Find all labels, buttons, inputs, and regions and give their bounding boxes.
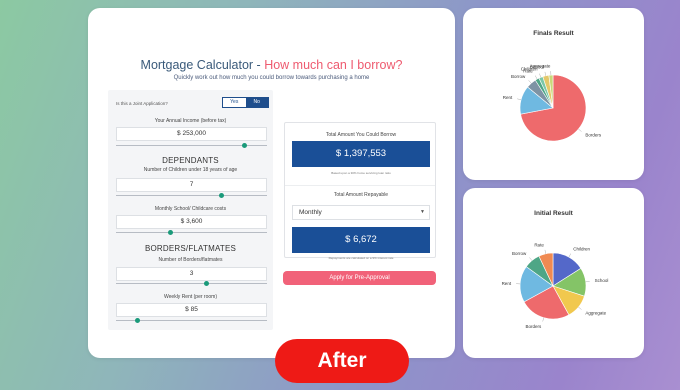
pie-label-rent: Rent <box>502 281 512 286</box>
joint-application-label: Is this a Joint Application? <box>116 101 168 106</box>
results-divider <box>285 185 435 186</box>
pie-label-children: Children <box>573 247 590 252</box>
children-slider[interactable] <box>116 193 267 198</box>
pie-leader-line <box>528 80 532 84</box>
repay-value: $ 6,672 <box>292 227 430 253</box>
rent-slider-handle[interactable] <box>134 318 140 323</box>
borrow-value: $ 1,397,553 <box>292 141 430 167</box>
results-panel: Total Amount You Could Borrow $ 1,397,55… <box>284 122 436 260</box>
pie-leader-line <box>542 317 544 322</box>
page-title: Mortgage Calculator - How much can I bor… <box>88 58 455 72</box>
borders-input[interactable]: 3 <box>116 267 267 281</box>
pie-label-borrow: Borrow <box>511 74 526 79</box>
rent-input[interactable]: $ 85 <box>116 303 267 317</box>
pie-leader-line <box>578 306 582 310</box>
pie-leader-line <box>539 73 542 78</box>
borders-slider[interactable] <box>116 281 267 286</box>
children-input[interactable]: 7 <box>116 178 267 192</box>
pie-leader-line <box>578 128 582 132</box>
borders-label: Number of Borders/flatmates <box>158 257 223 263</box>
input-panel: Is this a Joint Application? Yes No Your… <box>108 90 273 330</box>
pie-label-borrow: Borrow <box>512 251 527 256</box>
rent-slider[interactable] <box>116 318 267 323</box>
repay-label: Total Amount Repayable <box>333 192 389 198</box>
chevron-down-icon: ▼ <box>420 209 425 215</box>
income-slider[interactable] <box>116 143 267 148</box>
children-slider-handle[interactable] <box>219 193 225 198</box>
income-slider-handle[interactable] <box>241 143 247 148</box>
borrow-label: Total Amount You Could Borrow <box>325 132 397 138</box>
title-main: Mortgage Calculator - <box>140 58 265 72</box>
income-input[interactable]: $ 253,000 <box>116 127 267 141</box>
childcare-slider-handle[interactable] <box>167 230 173 235</box>
pie-leader-line <box>534 75 538 80</box>
after-badge: After <box>275 339 409 383</box>
apply-button[interactable]: Apply for Pre-Approval <box>283 271 436 285</box>
finals-pie-chart: BordersRentBorrowRateChildrenSchoolAggre… <box>503 64 602 142</box>
joint-application-toggle[interactable]: Yes No <box>222 97 269 108</box>
repay-note: Repayments are calculated on a 9% intere… <box>328 256 394 260</box>
no-option[interactable]: No <box>245 98 268 107</box>
pie-leader-line <box>529 257 533 261</box>
pie-leader-line <box>544 249 546 254</box>
frequency-select[interactable]: Monthly ▼ <box>292 205 430 220</box>
childcare-slider[interactable] <box>116 230 267 235</box>
pie-label-rate: Rate <box>534 243 544 248</box>
pie-leader-line <box>517 98 522 100</box>
pie-label-borders: Borders <box>526 324 543 329</box>
dependants-heading: DEPENDANTS <box>162 156 219 165</box>
yes-option[interactable]: Yes <box>223 98 246 107</box>
children-label: Number of Children under 18 years of age <box>143 167 238 173</box>
pie-leader-line <box>585 281 590 283</box>
borders-heading: BORDERS/FLATMATES <box>144 244 237 253</box>
mortgage-calculator-card: Mortgage Calculator - How much can I bor… <box>88 8 455 358</box>
borrow-note: Based upon a 30% home servicing loan rat… <box>331 171 391 175</box>
pie-label-aggregate: Aggregate <box>585 310 606 315</box>
pie-leader-line <box>568 253 572 258</box>
pie-label-rent: Rent <box>503 95 513 100</box>
pie-label-aggregate: Aggregate <box>530 64 551 69</box>
initial-result-card: Initial Result Children School Aggregate Bo… <box>463 188 644 358</box>
pie-label-borders: Borders <box>585 132 602 137</box>
childcare-input[interactable]: $ 3,600 <box>116 215 267 229</box>
borders-slider-handle[interactable] <box>204 281 210 286</box>
rent-label: Weekly Rent (per room) <box>164 294 217 300</box>
pie-label-school: School <box>595 278 609 283</box>
page-subtitle: Quickly work out how much you could borr… <box>173 75 370 81</box>
title-accent: How much can I borrow? <box>264 58 403 72</box>
childcare-label: Monthly School/ Childcare costs <box>154 206 227 212</box>
finals-result-card: Finals Result Borders Rent Borrow Rate Child… <box>463 8 644 180</box>
initial-pie-chart: Children School Aggregate Borders Rent Borrow… <box>502 243 609 329</box>
frequency-value: Monthly <box>299 209 322 216</box>
income-label: Your Annual Income (before tax) <box>154 118 227 124</box>
pie-leader-line <box>544 71 546 76</box>
